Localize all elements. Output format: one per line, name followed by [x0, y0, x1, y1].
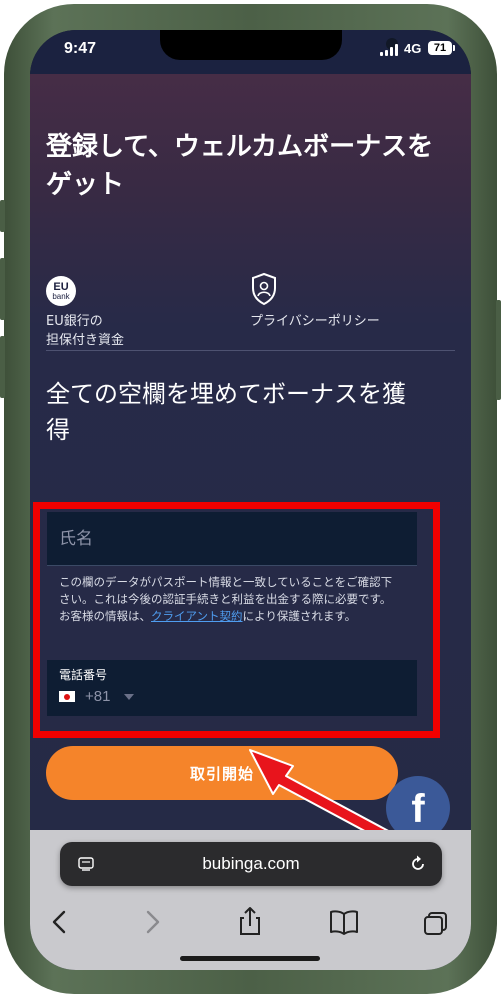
- eu-badge-bottom: bank: [52, 291, 70, 301]
- status-bar: 9:47 4G 71: [30, 30, 471, 74]
- network-type: 4G: [404, 41, 422, 56]
- feature-label-line2: 担保付き資金: [46, 333, 125, 348]
- tabs-icon[interactable]: [414, 900, 458, 944]
- shield-person-icon: [252, 272, 276, 306]
- volume-down-button: [0, 336, 5, 398]
- power-button: [496, 300, 501, 400]
- url-text: bubinga.com: [202, 854, 300, 873]
- reload-icon[interactable]: [408, 854, 428, 874]
- address-bar[interactable]: bubinga.com: [60, 842, 442, 886]
- browser-chrome: bubinga.com: [30, 830, 471, 970]
- status-time: 9:47: [64, 40, 97, 57]
- eu-bank-icon: EU bank: [46, 276, 76, 306]
- notch: [160, 30, 398, 60]
- feature-privacy[interactable]: プライバシーポリシー: [250, 272, 380, 331]
- home-indicator: [180, 956, 320, 961]
- back-icon[interactable]: [38, 900, 82, 944]
- page-title: 登録して、ウェルカムボーナスをゲット: [46, 132, 434, 200]
- page-content: 登録して、ウェルカムボーナスをゲット EU bank EU銀行の 担保付き資金 …: [30, 74, 471, 860]
- phone-screen: 9:47 4G 71 登録して、ウェルカムボーナスをゲット EU bank EU…: [30, 30, 471, 970]
- battery-icon: 71: [428, 41, 455, 55]
- signal-icon: [380, 44, 400, 56]
- bookmarks-icon[interactable]: [322, 900, 366, 944]
- feature-label-line1: EU銀行の: [46, 314, 103, 329]
- eu-badge-top: EU: [53, 280, 69, 293]
- highlight-box: [33, 502, 440, 738]
- form-title: 全ての空欄を埋めてボーナスを獲得: [46, 380, 406, 444]
- forward-icon[interactable]: [130, 900, 174, 944]
- feature-eu-bank: EU bank EU銀行の 担保付き資金: [46, 276, 124, 350]
- volume-up-button: [0, 258, 5, 320]
- browser-toolbar: [30, 900, 471, 944]
- share-icon[interactable]: [228, 900, 272, 944]
- mute-switch: [0, 200, 5, 232]
- privacy-policy-link[interactable]: プライバシーポリシー: [250, 312, 380, 331]
- divider: [46, 350, 455, 351]
- start-trading-button[interactable]: 取引開始: [46, 746, 398, 800]
